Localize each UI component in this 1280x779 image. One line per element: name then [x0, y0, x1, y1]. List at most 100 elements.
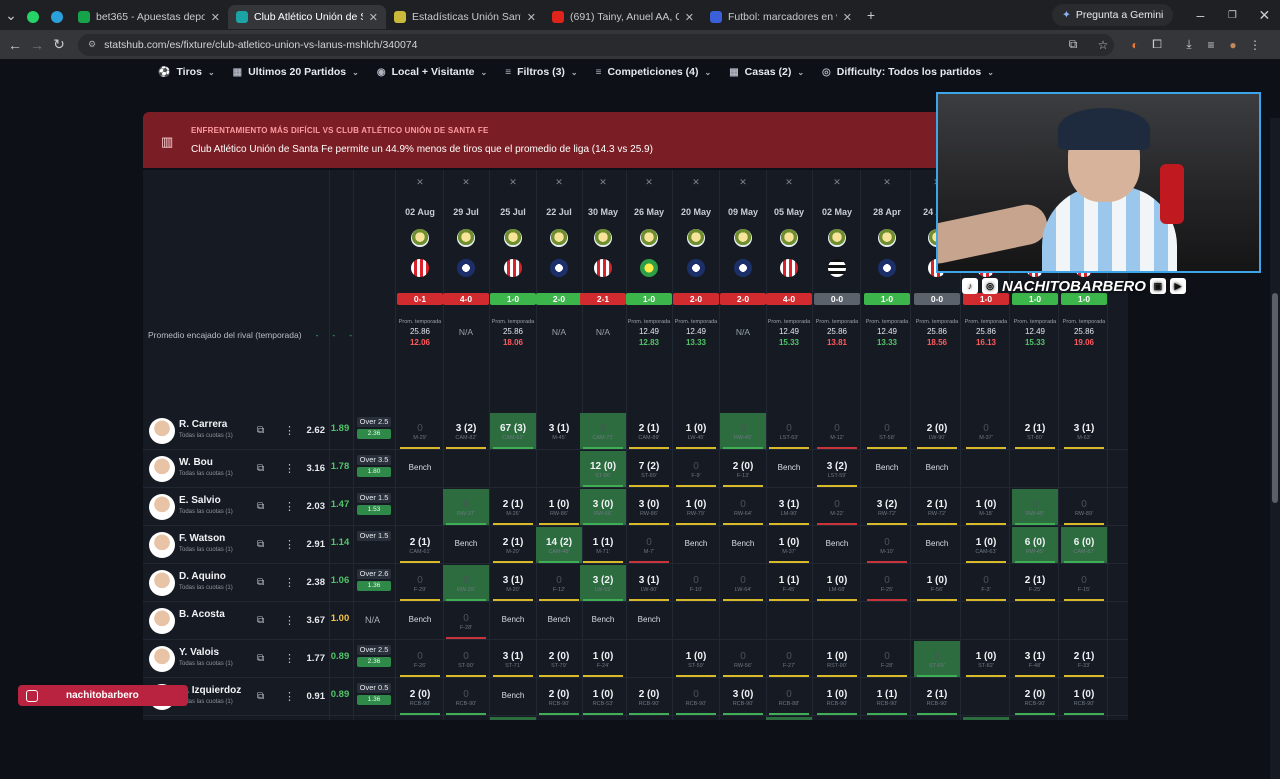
player-row[interactable]: R. Carrera Todas las cuotas (1) ⧉ ⋮ 2.62 1.89… [143, 412, 1128, 450]
player-over-line[interactable]: Over 1.5 [357, 493, 391, 503]
match-stat-cell[interactable]: 1 (1) F-45' [766, 565, 812, 601]
match-stat-cell[interactable]: 0 M-37' [963, 413, 1009, 449]
player-name[interactable]: R. Carrera [179, 419, 227, 430]
reload-icon[interactable]: ↻ [48, 36, 70, 53]
copy-icon[interactable]: ⧉ [257, 615, 264, 626]
match-stat-cell[interactable]: 1 (0) RST-90' [814, 641, 860, 677]
match-stat-cell[interactable]: 3 (1) ST-71' [490, 641, 536, 677]
remove-match-icon[interactable]: ✕ [536, 177, 582, 188]
player-name[interactable]: D. Aquino [179, 571, 226, 582]
match-stat-cell[interactable]: 2 (0) LW-90' [914, 413, 960, 449]
match-stat-cell[interactable]: 0 RW-89' [1061, 489, 1107, 525]
copy-icon[interactable]: ⧉ [257, 425, 264, 436]
player-row[interactable]: F. Watson Todas las cuotas (1) ⧉ ⋮ 2.91 1.14 O… [143, 526, 1128, 564]
whatsapp-tab[interactable] [22, 5, 46, 29]
player-over-odds[interactable]: 1.36 [357, 695, 391, 705]
remove-match-icon[interactable]: ✕ [720, 177, 766, 188]
match-stat-cell[interactable] [766, 603, 812, 639]
copy-icon[interactable]: ⧉ [257, 501, 264, 512]
page-scrollbar[interactable] [1270, 118, 1280, 779]
player-row[interactable]: M. SepúlvedaTodas las cuotas (1)⧉⋮1.940.… [143, 716, 1128, 720]
more-options-icon[interactable]: ⋮ [284, 538, 295, 551]
match-stat-cell[interactable]: 2 (1) RW-72' [914, 489, 960, 525]
match-stat-cell[interactable]: 3 (1) LW-80' [626, 565, 672, 601]
match-stat-cell[interactable]: 3 (2) LW-59' [580, 565, 626, 601]
remove-match-icon[interactable]: ✕ [814, 177, 860, 188]
match-stat-cell[interactable]: 3 (1) M-63' [1061, 413, 1107, 449]
tab-close-icon[interactable]: ✕ [211, 11, 220, 24]
player-name[interactable]: F. Watson [179, 533, 225, 544]
match-stat-cell[interactable]: Bench [914, 451, 960, 487]
match-stat-cell[interactable]: 0 RW-56' [720, 641, 766, 677]
player-over-line[interactable]: Over 1.5 [357, 531, 391, 541]
download-icon[interactable]: ⤓ [1178, 37, 1200, 52]
match-stat-cell[interactable]: 1 (0) RCB-53' [580, 679, 626, 715]
match-stat-cell[interactable]: 3 (2) LST-59' [814, 451, 860, 487]
match-stat-cell[interactable] [963, 603, 1009, 639]
match-stat-cell[interactable]: 0 F-29' [397, 565, 443, 601]
browser-tab[interactable]: Futbol: marcadores en vivo, en ✕ [702, 5, 860, 29]
close-window-button[interactable]: ✕ [1253, 7, 1275, 24]
player-over-odds[interactable]: 2.36 [357, 657, 391, 667]
scrollbar-thumb[interactable] [1272, 293, 1278, 503]
player-name[interactable]: C. Izquierdoz [179, 685, 241, 696]
filter-dropdown[interactable]: ≡ Competiciones (4) ⌄ [596, 66, 712, 78]
extensions-puzzle-icon[interactable]: ⧠ [1146, 37, 1168, 52]
match-stat-cell[interactable]: 2 (1) ST-80' [1012, 413, 1058, 449]
match-stat-cell[interactable]: 0 RCB-90' [443, 679, 489, 715]
match-stat-cell[interactable]: 3 (1) LM-90' [766, 489, 812, 525]
site-info-icon[interactable]: ⚙ [88, 39, 96, 50]
match-stat-cell[interactable]: 1 (0) F-56' [914, 565, 960, 601]
match-stat-cell[interactable]: Bench [490, 679, 536, 715]
match-stat-cell[interactable]: Bench [397, 451, 443, 487]
remove-match-icon[interactable]: ✕ [766, 177, 812, 188]
player-name[interactable]: E. Salvio [179, 495, 221, 506]
filter-dropdown[interactable]: ≡ Filtros (3) ⌄ [505, 66, 577, 78]
minimize-button[interactable]: – [1189, 7, 1211, 23]
more-options-icon[interactable]: ⋮ [284, 462, 295, 475]
match-stat-cell[interactable] [1061, 603, 1107, 639]
match-stat-cell[interactable]: 3 (0) RW-86' [626, 489, 672, 525]
match-stat-cell[interactable]: 1 (0) RW-86' [536, 489, 582, 525]
player-name[interactable]: W. Bou [179, 457, 213, 468]
match-stat-cell[interactable]: 2 (1) F-33' [1061, 641, 1107, 677]
match-stat-cell[interactable]: 0 ST-90' [443, 641, 489, 677]
match-stat-cell[interactable]: Bench [673, 527, 719, 563]
match-stat-cell[interactable]: 1 (0) ST-59' [673, 641, 719, 677]
match-stat-cell[interactable]: 1 (0) CAM-63' [963, 527, 1009, 563]
more-options-icon[interactable]: ⋮ [284, 652, 295, 665]
tab-search-icon[interactable]: ⌄ [0, 7, 22, 24]
url-bar[interactable]: ⚙ statshub.com/es/fixture/club-atletico-… [78, 33, 1114, 56]
match-stat-cell[interactable]: 3 (2) RW-72' [864, 489, 910, 525]
match-stat-cell[interactable]: 0 RW-64' [720, 489, 766, 525]
match-stat-cell[interactable]: 2 (1) RCB-90' [914, 679, 960, 715]
match-stat-cell[interactable]: 7 (2) ST-89' [626, 451, 672, 487]
remove-match-icon[interactable]: ✕ [673, 177, 719, 188]
match-stat-cell[interactable]: 0 RCB-88' [766, 679, 812, 715]
filter-dropdown[interactable]: ◉ Local + Visitante ⌄ [377, 66, 487, 78]
match-stat-cell[interactable]: 0 LW-64' [720, 565, 766, 601]
match-stat-cell[interactable]: 0 RCB-90' [673, 679, 719, 715]
player-row[interactable]: D. Aquino Todas las cuotas (1) ⧉ ⋮ 2.38 1.06 O… [143, 564, 1128, 602]
browser-tab[interactable]: bet365 - Apuestas deportivas e ✕ [70, 5, 228, 29]
match-stat-cell[interactable] [914, 603, 960, 639]
player-over-line[interactable]: Over 2.6 [357, 569, 391, 579]
player-odds-link[interactable]: Todas las cuotas (1) [179, 661, 233, 667]
gemini-button[interactable]: ✦ Pregunta a Gemini [1052, 4, 1174, 26]
match-stat-cell[interactable]: Bench [864, 451, 910, 487]
remove-match-icon[interactable]: ✕ [443, 177, 489, 188]
player-odds-link[interactable]: Todas las cuotas (1) [179, 433, 233, 439]
player-over-odds[interactable]: 2.36 [357, 429, 391, 439]
match-stat-cell[interactable]: 1 (0) RW-79' [673, 489, 719, 525]
match-stat-cell[interactable]: 0 RW-45' [1012, 489, 1058, 525]
match-stat-cell[interactable]: Bench [626, 603, 672, 639]
browser-menu-icon[interactable]: ⋮ [1244, 38, 1266, 52]
match-stat-cell[interactable] [490, 451, 536, 487]
copy-icon[interactable]: ⧉ [257, 539, 264, 550]
player-odds-link[interactable]: Todas las cuotas (1) [179, 547, 233, 553]
match-stat-cell[interactable]: 3 (1) M-45' [536, 413, 582, 449]
match-stat-cell[interactable]: 0 F-12' [536, 565, 582, 601]
match-stat-cell[interactable]: Bench [914, 527, 960, 563]
match-stat-cell[interactable]: 0 LST-63' [766, 413, 812, 449]
match-stat-cell[interactable] [673, 603, 719, 639]
